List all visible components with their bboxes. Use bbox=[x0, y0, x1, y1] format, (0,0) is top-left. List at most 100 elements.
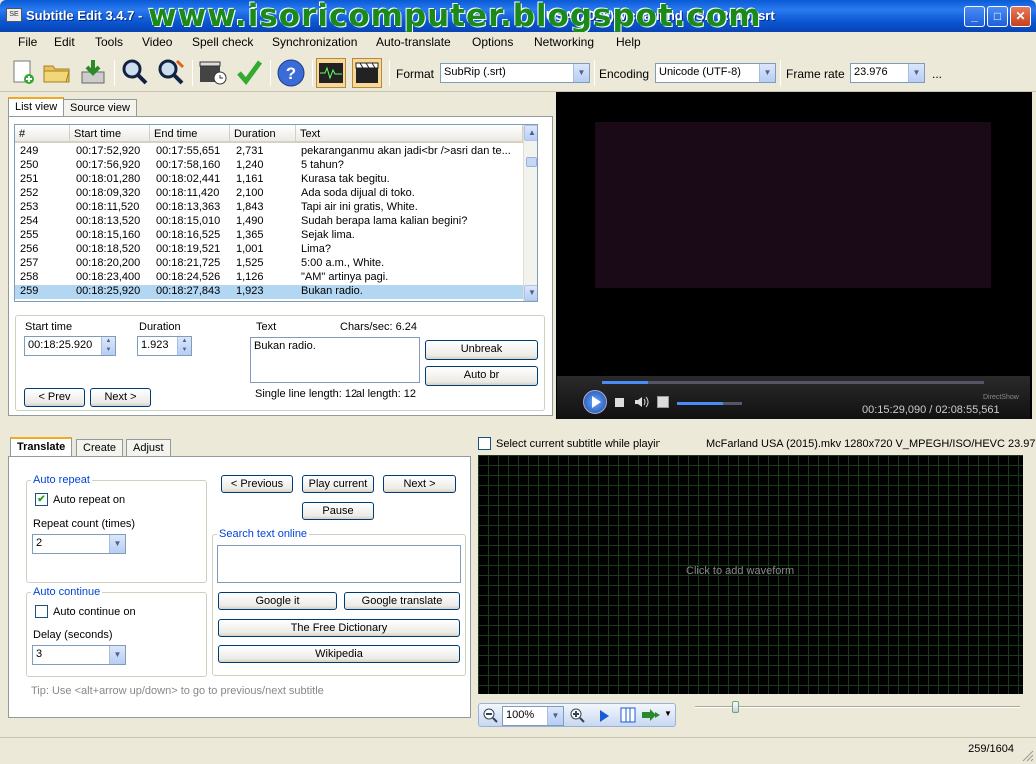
close-button[interactable]: ✕ bbox=[1010, 6, 1031, 27]
table-row[interactable]: 254 00:18:13,520 00:18:15,010 1,490 Sudah be… bbox=[15, 215, 523, 229]
encoding-select[interactable]: Unicode (UTF-8) ▼ bbox=[655, 63, 776, 83]
chevron-down-icon[interactable]: ▼ bbox=[908, 64, 924, 82]
zoom-select[interactable]: 100% ▼ bbox=[502, 706, 564, 726]
zoom-out-icon[interactable] bbox=[482, 707, 498, 726]
grid-toggle-icon[interactable] bbox=[620, 707, 636, 726]
tab-translate[interactable]: Translate bbox=[10, 437, 73, 458]
seek-bar[interactable] bbox=[602, 381, 984, 384]
start-time-spinner-icon[interactable]: ▲ ▼ bbox=[101, 337, 115, 355]
repeat-count-select[interactable]: 2 ▼ bbox=[32, 534, 126, 554]
table-row[interactable]: 255 00:18:15,160 00:18:16,525 1,365 Sejak li… bbox=[15, 229, 523, 243]
stop-icon[interactable] bbox=[615, 398, 624, 407]
unbreak-button[interactable]: Unbreak bbox=[425, 340, 538, 360]
visual-sync-icon[interactable] bbox=[198, 58, 228, 88]
previous-button[interactable]: < Previous bbox=[221, 475, 293, 493]
table-row[interactable]: 252 00:18:09,320 00:18:11,420 2,100 Ada soda… bbox=[15, 187, 523, 201]
forward-icon[interactable] bbox=[641, 708, 661, 725]
next-button[interactable]: Next > bbox=[90, 388, 151, 407]
table-row[interactable]: 250 00:17:56,920 00:17:58,160 1,240 5 tahun? bbox=[15, 159, 523, 173]
prev-button[interactable]: < Prev bbox=[24, 388, 85, 407]
slider-thumb[interactable] bbox=[732, 701, 739, 713]
save-icon[interactable] bbox=[78, 58, 108, 88]
scroll-down-icon[interactable]: ▼ bbox=[524, 285, 537, 301]
replace-icon[interactable] bbox=[156, 58, 186, 88]
format-select[interactable]: SubRip (.srt) ▼ bbox=[440, 63, 590, 83]
search-text-input[interactable] bbox=[217, 545, 461, 583]
column-header-start[interactable]: Start time bbox=[70, 125, 150, 143]
chevron-down-icon[interactable]: ▼ bbox=[759, 64, 775, 82]
chevron-down-icon[interactable]: ▼ bbox=[547, 707, 563, 725]
table-row[interactable]: 257 00:18:20,200 00:18:21,725 1,525 5:00 a.m… bbox=[15, 257, 523, 271]
free-dictionary-button[interactable]: The Free Dictionary bbox=[218, 619, 460, 637]
menu-auto-translate[interactable]: Auto-translate bbox=[376, 35, 451, 49]
more-button[interactable]: ... bbox=[932, 67, 942, 81]
select-while-playing-checkbox[interactable] bbox=[478, 437, 491, 450]
play-current-button[interactable]: Play current bbox=[302, 475, 374, 493]
toolbar-separator bbox=[312, 60, 313, 86]
menu-options[interactable]: Options bbox=[472, 35, 513, 49]
delay-select[interactable]: 3 ▼ bbox=[32, 645, 126, 665]
app-icon[interactable]: SE bbox=[6, 8, 22, 22]
auto-repeat-checkbox[interactable]: ✔ bbox=[35, 493, 48, 506]
video-toggle-icon[interactable] bbox=[352, 58, 382, 88]
menu-synchronization[interactable]: Synchronization bbox=[272, 35, 357, 49]
chevron-down-icon[interactable]: ▼ bbox=[109, 646, 125, 664]
menu-help[interactable]: Help bbox=[616, 35, 641, 49]
table-row[interactable]: 259 00:18:25,920 00:18:27,843 1,923 Bukan ra… bbox=[15, 285, 523, 299]
menu-video[interactable]: Video bbox=[142, 35, 172, 49]
scroll-up-icon[interactable]: ▲ bbox=[524, 125, 537, 141]
play-button[interactable] bbox=[583, 390, 607, 414]
svg-text:?: ? bbox=[286, 64, 296, 83]
zoom-in-icon[interactable] bbox=[569, 707, 585, 726]
start-time-input[interactable]: 00:18:25.920 ▲ ▼ bbox=[24, 336, 116, 356]
next-subtitle-button[interactable]: Next > bbox=[383, 475, 456, 493]
resize-grip-icon[interactable] bbox=[1020, 748, 1034, 762]
table-row[interactable]: 258 00:18:23,400 00:18:24,526 1,126 "AM" art… bbox=[15, 271, 523, 285]
subtitle-grid[interactable]: # Start time End time Duration Text 249 0… bbox=[14, 124, 538, 302]
minimize-button[interactable]: _ bbox=[964, 6, 985, 27]
auto-br-button[interactable]: Auto br bbox=[425, 366, 538, 386]
wikipedia-button[interactable]: Wikipedia bbox=[218, 645, 460, 663]
help-icon[interactable]: ? bbox=[276, 58, 306, 88]
tab-list-view[interactable]: List view bbox=[8, 97, 65, 118]
chevron-down-icon[interactable]: ▼ bbox=[664, 709, 672, 718]
waveform-position-slider[interactable] bbox=[695, 701, 1020, 713]
menu-networking[interactable]: Networking bbox=[534, 35, 594, 49]
table-row[interactable]: 256 00:18:18,520 00:18:19,521 1,001 Lima? bbox=[15, 243, 523, 257]
column-header-duration[interactable]: Duration bbox=[230, 125, 296, 143]
column-header-text[interactable]: Text bbox=[296, 125, 523, 143]
grid-scrollbar[interactable]: ▲ ▼ bbox=[523, 125, 537, 301]
column-header-end[interactable]: End time bbox=[150, 125, 230, 143]
framerate-select[interactable]: 23.976 ▼ bbox=[850, 63, 925, 83]
menu-tools[interactable]: Tools bbox=[95, 35, 123, 49]
chevron-down-icon[interactable]: ▼ bbox=[109, 535, 125, 553]
pause-button[interactable]: Pause bbox=[302, 502, 374, 520]
volume-icon[interactable] bbox=[633, 394, 649, 413]
spell-check-icon[interactable] bbox=[234, 58, 264, 88]
menu-file[interactable]: File bbox=[18, 35, 37, 49]
volume-slider[interactable] bbox=[677, 402, 742, 405]
new-file-icon[interactable] bbox=[8, 58, 38, 88]
chevron-down-icon[interactable]: ▼ bbox=[573, 64, 589, 82]
duration-spinner-icon[interactable]: ▲ ▼ bbox=[177, 337, 191, 355]
duration-input[interactable]: 1.923 ▲ ▼ bbox=[137, 336, 192, 356]
open-folder-icon[interactable] bbox=[42, 58, 72, 88]
scroll-thumb[interactable] bbox=[526, 157, 537, 167]
google-it-button[interactable]: Google it bbox=[218, 592, 337, 610]
waveform-area[interactable]: Click to add waveform bbox=[478, 455, 1023, 694]
google-translate-button[interactable]: Google translate bbox=[344, 592, 460, 610]
play-waveform-icon[interactable] bbox=[598, 709, 610, 726]
table-row[interactable]: 253 00:18:11,520 00:18:13,363 1,843 Tapi air… bbox=[15, 201, 523, 215]
menu-edit[interactable]: Edit bbox=[54, 35, 75, 49]
table-row-partial[interactable] bbox=[15, 299, 523, 301]
auto-continue-checkbox[interactable] bbox=[35, 605, 48, 618]
maximize-button[interactable]: □ bbox=[987, 6, 1008, 27]
waveform-toggle-icon[interactable] bbox=[316, 58, 346, 88]
column-header-number[interactable]: # bbox=[15, 125, 70, 143]
table-row[interactable]: 249 00:17:52,920 00:17:55,651 2,731 pekarang… bbox=[15, 145, 523, 159]
find-icon[interactable] bbox=[120, 58, 150, 88]
table-row[interactable]: 251 00:18:01,280 00:18:02,441 1,161 Kurasa t… bbox=[15, 173, 523, 187]
menu-spell-check[interactable]: Spell check bbox=[192, 35, 253, 49]
fullscreen-icon[interactable] bbox=[657, 396, 669, 408]
subtitle-text-input[interactable]: Bukan radio. bbox=[250, 337, 420, 383]
